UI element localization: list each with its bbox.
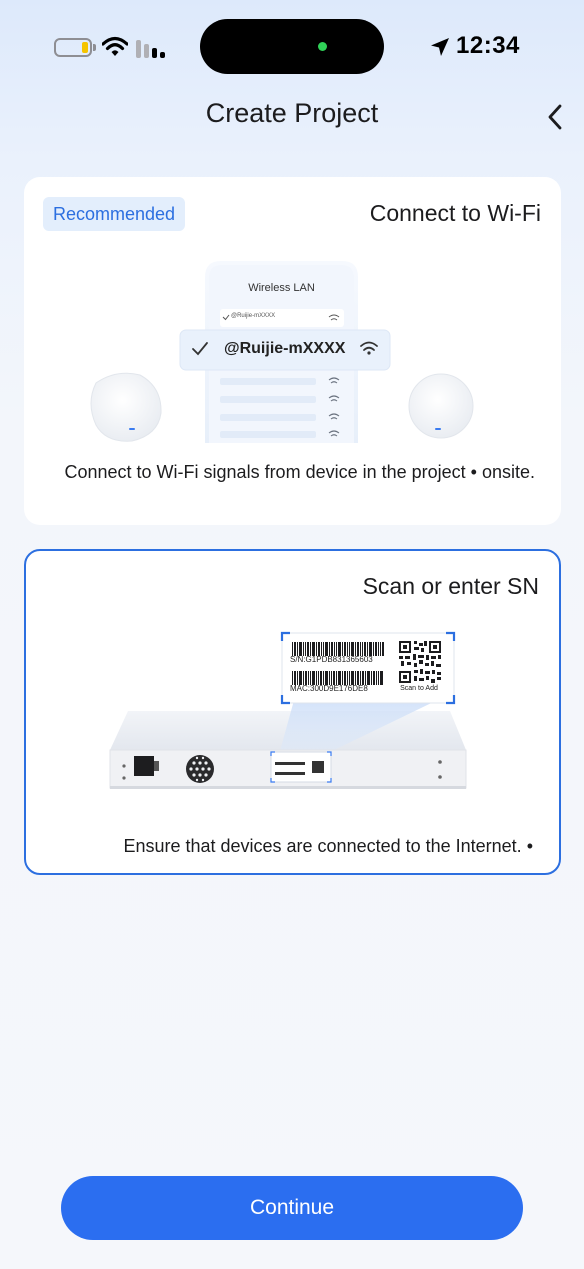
location-arrow-icon (431, 38, 449, 56)
qr-code-icon (399, 641, 441, 683)
sn-label: S/N:G1PDB831365603 (290, 655, 373, 664)
continue-button[interactable]: Continue (61, 1176, 523, 1240)
camera-indicator-dot (318, 42, 327, 51)
switch-illustration (109, 631, 467, 789)
cellular-signal-icon (136, 38, 166, 58)
mac-label: MAC:300D9E176DE8 (290, 684, 368, 693)
page-title: Create Project (205, 98, 379, 128)
phone-list-item-ssid: @Ruijie-mXXXX (231, 313, 276, 319)
back-button[interactable] (538, 100, 572, 134)
option-description: Ensure that devices are connected to the… (123, 836, 533, 856)
dynamic-island (200, 19, 384, 74)
barcode-icon (292, 642, 384, 656)
option-description: Connect to Wi-Fi signals from device in … (64, 462, 536, 482)
scan-to-add-label: Scan to Add (400, 685, 438, 692)
highlight-ssid: @Ruijie-mXXXX (224, 340, 346, 357)
wifi-illustration (90, 261, 474, 443)
option-scan-sn[interactable]: Scan or enter SN S/N:G1PDB831365603 MAC:… (24, 549, 561, 875)
option-connect-wifi[interactable]: Recommended Connect to Wi-Fi Wireless LA… (24, 177, 561, 525)
phone-header-label: Wireless LAN (248, 282, 315, 294)
battery-low-icon (54, 38, 96, 57)
chevron-left-icon (548, 104, 562, 130)
wifi-icon (102, 36, 128, 56)
status-time: 12:34 (456, 32, 520, 59)
status-bar: 12:34 (0, 0, 584, 96)
